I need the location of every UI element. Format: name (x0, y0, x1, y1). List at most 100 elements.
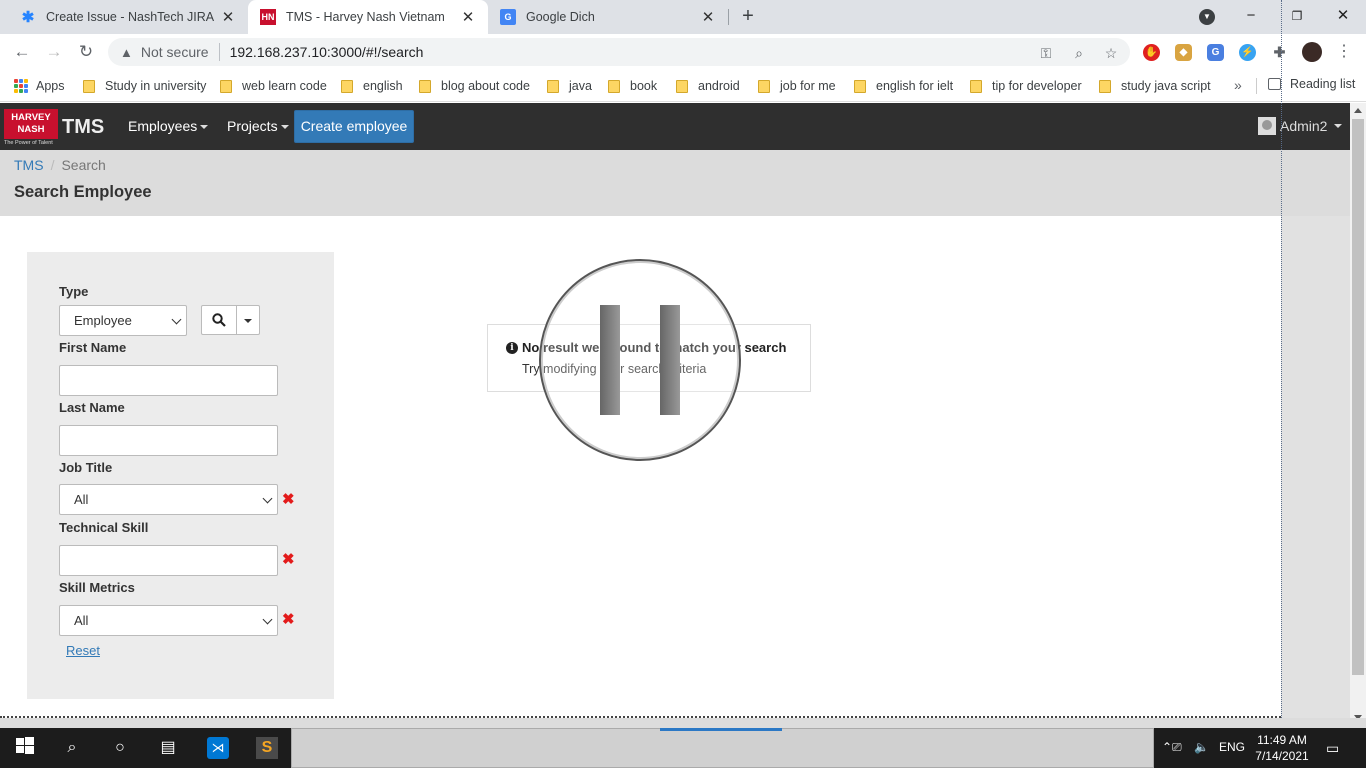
bookmark-folder[interactable]: java (547, 77, 592, 95)
language-indicator[interactable]: ENG (1219, 740, 1245, 754)
reload-icon[interactable]: ↻ (74, 40, 98, 64)
bookmark-label: Apps (36, 79, 65, 93)
type-select[interactable]: Employee (59, 305, 187, 336)
last-name-input[interactable] (59, 425, 278, 456)
info-icon: i (506, 341, 518, 354)
bookmark-apps[interactable]: Apps (14, 77, 65, 95)
pause-overlay[interactable] (539, 259, 741, 461)
bookmark-label: study java script (1121, 79, 1211, 93)
tab-google-translate[interactable]: G Google Dich ✕ (488, 0, 728, 34)
nav-label: Projects (227, 118, 278, 134)
chevron-down-icon (262, 493, 273, 504)
bookmark-folder[interactable]: tip for developer (970, 77, 1082, 95)
bookmark-folder[interactable]: job for me (758, 77, 836, 95)
restore-button[interactable]: ❐ (1284, 4, 1310, 28)
folder-icon (758, 79, 770, 93)
chevron-down-icon (262, 614, 273, 625)
divider (218, 43, 220, 61)
clear-technical-skill-icon[interactable]: ✖ (282, 550, 295, 568)
close-icon[interactable]: ✕ (700, 8, 716, 26)
clock-date: 7/14/2021 (1255, 749, 1309, 763)
scroll-up-icon[interactable] (1354, 108, 1362, 113)
breadcrumb-home-link[interactable]: TMS (14, 157, 44, 173)
close-window-button[interactable]: ✕ (1330, 4, 1356, 28)
bookmark-folder[interactable]: android (676, 77, 740, 95)
search-icon[interactable]: ⌕ (61, 737, 83, 759)
bookmark-folder[interactable]: book (608, 77, 657, 95)
clock[interactable]: 11:49 AM 7/14/2021 (1248, 732, 1316, 764)
job-title-select[interactable]: All (59, 484, 278, 515)
bookmark-folder[interactable]: study java script (1099, 77, 1211, 95)
extension-icon[interactable]: ◆ (1175, 44, 1192, 61)
puzzle-icon[interactable]: ✚ (1271, 44, 1288, 61)
cortana-icon[interactable]: ○ (109, 737, 131, 759)
notifications-icon[interactable]: ▭ (1326, 740, 1339, 757)
translate-extension-icon[interactable]: G (1207, 44, 1224, 61)
bookmark-folder[interactable]: Study in university (83, 77, 206, 95)
key-icon[interactable]: ⚿ (1038, 45, 1054, 61)
bookmark-folder[interactable]: english for ielt (854, 77, 953, 95)
minimize-button[interactable]: − (1238, 4, 1264, 28)
search-options-dropdown[interactable] (236, 305, 260, 335)
tray-chevron-icon[interactable]: ⌃ (1162, 740, 1172, 754)
first-name-input[interactable] (59, 365, 278, 396)
network-icon[interactable]: ⎚ (1172, 740, 1182, 755)
create-employee-button[interactable]: Create employee (294, 110, 414, 143)
skill-metrics-value: All (74, 613, 89, 628)
skill-metrics-select[interactable]: All (59, 605, 278, 636)
windows-start-icon[interactable] (14, 737, 36, 759)
task-view-icon[interactable]: ▤ (157, 737, 179, 759)
job-title-label: Job Title (59, 460, 113, 475)
extension-icon[interactable]: ⚡ (1239, 44, 1256, 61)
warning-icon[interactable]: ▲ (120, 45, 133, 60)
harvey-nash-logo[interactable]: HARVEY NASH The Power of Talent (4, 109, 58, 147)
menu-icon[interactable]: ⋮ (1336, 40, 1352, 64)
pause-icon-bar-right (660, 305, 680, 415)
sublime-icon[interactable]: S (256, 737, 278, 759)
volume-icon[interactable]: 🔈 (1194, 740, 1209, 754)
breadcrumb-separator: / (50, 157, 55, 173)
nav-projects-dropdown[interactable]: Projects (227, 118, 289, 134)
zoom-icon[interactable]: ⌕ (1071, 45, 1087, 61)
skill-metrics-label: Skill Metrics (59, 580, 135, 595)
bookmark-folder[interactable]: web learn code (220, 77, 327, 95)
technical-skill-input[interactable] (59, 545, 278, 576)
profile-avatar[interactable] (1302, 42, 1322, 62)
address-bar[interactable]: ▲ Not secure 192.168.237.10:3000/#!/sear… (108, 38, 1130, 66)
clear-skill-metrics-icon[interactable]: ✖ (282, 610, 295, 628)
vscode-icon[interactable]: ⋊ (207, 737, 229, 759)
page-title: Search Employee (14, 183, 152, 201)
logo-tagline: The Power of Talent (4, 140, 53, 146)
clear-job-title-icon[interactable]: ✖ (282, 490, 295, 508)
search-button[interactable] (201, 305, 237, 335)
forward-icon[interactable]: → (42, 40, 66, 64)
gutter-lower (1281, 216, 1350, 718)
tab-separator (728, 9, 729, 25)
nav-employees-dropdown[interactable]: Employees (128, 118, 209, 134)
folder-icon (1099, 79, 1111, 93)
more-bookmarks-button[interactable]: » (1234, 77, 1242, 93)
bookmark-label: web learn code (242, 79, 327, 93)
adblock-extension-icon[interactable]: ✋ (1143, 44, 1160, 61)
bookmark-star-icon[interactable]: ☆ (1103, 45, 1119, 61)
user-menu[interactable]: Admin2 (1258, 117, 1343, 135)
tab-tms[interactable]: HN TMS - Harvey Nash Vietnam ✕ (248, 0, 488, 34)
vertical-scrollbar[interactable] (1350, 103, 1366, 728)
new-tab-button[interactable]: + (737, 5, 759, 27)
tab-jira[interactable]: ✱ Create Issue - NashTech JIRA ✕ (8, 0, 248, 34)
tab-search-icon[interactable]: ▼ (1199, 9, 1215, 25)
browser-toolbar: ← → ↻ ▲ Not secure 192.168.237.10:3000/#… (0, 34, 1366, 70)
brand-name[interactable]: TMS (62, 116, 104, 139)
reset-link[interactable]: Reset (66, 643, 100, 658)
folder-icon (970, 79, 982, 93)
close-icon[interactable]: ✕ (460, 8, 476, 26)
bookmark-folder[interactable]: english (341, 77, 403, 95)
url-text[interactable]: 192.168.237.10:3000/#!/search (230, 44, 424, 60)
logo-badge: HARVEY NASH (4, 109, 58, 139)
security-label[interactable]: Not secure (141, 44, 209, 60)
bookmark-folder[interactable]: blog about code (419, 77, 530, 95)
close-icon[interactable]: ✕ (220, 8, 236, 26)
scroll-thumb[interactable] (1352, 119, 1364, 675)
back-icon[interactable]: ← (10, 40, 34, 64)
jira-icon: ✱ (21, 9, 35, 26)
